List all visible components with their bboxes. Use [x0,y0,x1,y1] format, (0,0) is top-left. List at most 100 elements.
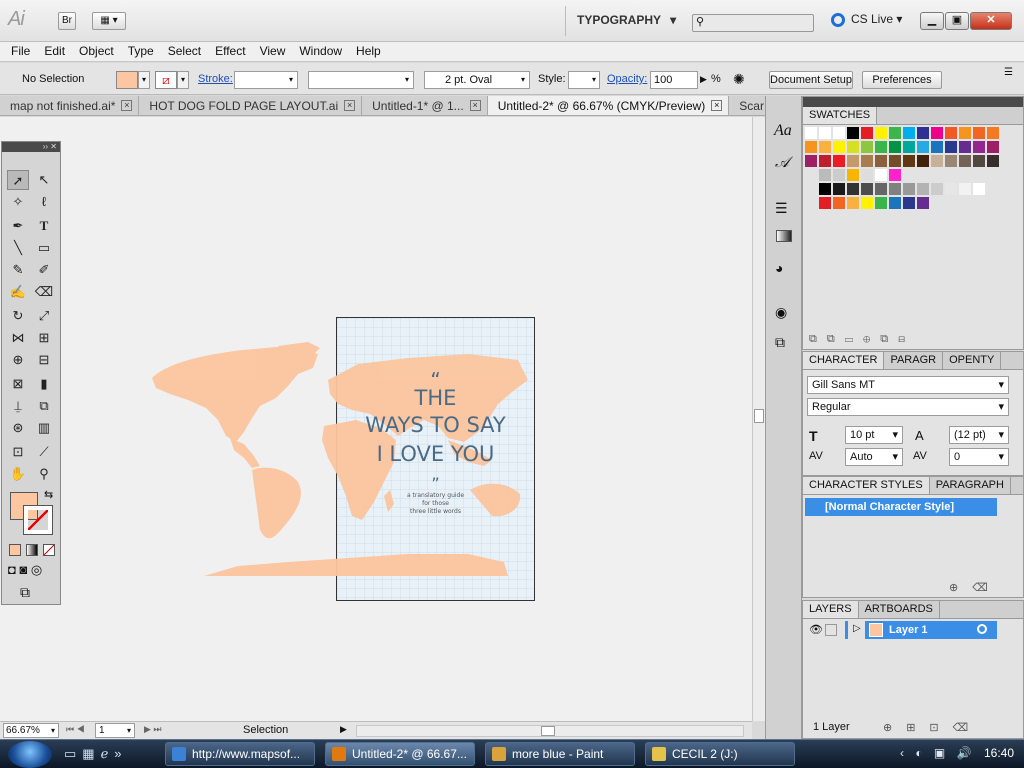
color-swatch[interactable] [819,183,831,195]
color-swatch[interactable] [861,141,873,153]
arrange-documents-button[interactable]: ▦ ▾ [92,12,126,30]
help-search-input[interactable]: ⚲ [692,14,814,32]
screen-mode-icon[interactable]: ⧉ [20,584,30,601]
layer-panel-buttons[interactable]: ⊕⊞⊡⌫ [883,721,982,734]
style-panel-buttons[interactable]: ⊕⌫ [949,581,1002,594]
cs-live-button[interactable]: CS Live ▾ [831,12,902,27]
menu-file[interactable]: File [4,42,37,61]
blend-tool[interactable]: ⧉ [33,396,55,416]
menu-object[interactable]: Object [72,42,121,61]
tab-hot-dog-fold[interactable]: HOT DOG FOLD PAGE LAYOUT.ai × [139,96,363,115]
color-swatch[interactable] [903,183,915,195]
artboard-tool[interactable]: ⊡ [7,442,29,462]
color-swatch[interactable] [833,169,845,181]
color-swatch[interactable] [987,141,999,153]
pen-tool[interactable]: ✒ [7,216,29,236]
taskbar-item-explorer[interactable]: CECIL 2 (J:) [645,742,795,766]
scale-tool[interactable]: ⤢ [33,306,55,326]
tab-swatches[interactable]: SWATCHES [803,107,878,124]
taskbar-item-paint[interactable]: more blue - Paint [485,742,635,766]
tab-map-not-finished[interactable]: map not finished.ai* × [0,96,140,115]
color-swatch[interactable] [973,183,985,195]
mesh-tool[interactable]: ⊠ [7,374,29,394]
stroke-label[interactable]: Stroke: [198,71,233,89]
font-size-field[interactable]: 10 pt ▾ [845,426,903,444]
gradient-tool[interactable]: ▮ [33,374,55,394]
color-swatch[interactable] [917,183,929,195]
color-swatch[interactable] [945,155,957,167]
color-swatch[interactable] [959,141,971,153]
color-swatch[interactable] [875,169,887,181]
color-swatch[interactable] [917,141,929,153]
color-swatch[interactable] [833,183,845,195]
width-tool[interactable]: ⋈ [7,328,29,348]
artboard-nav-prev[interactable]: ⏮ ◀ [66,724,85,735]
recolor-artwork-icon[interactable]: ✺ [733,71,745,89]
document-setup-button[interactable]: Document Setup [769,71,853,89]
color-swatch[interactable] [861,169,873,181]
bridge-button[interactable]: Br [58,12,76,30]
direct-selection-tool[interactable]: ↖ [33,170,55,190]
paintbrush-tool[interactable]: ✎ [7,260,29,280]
color-swatch[interactable] [917,155,929,167]
glyphs-panel-icon[interactable]: 𝒜 [775,154,789,171]
tab-untitled-1[interactable]: Untitled-1* @ 1... × [362,96,488,115]
taskbar-item-browser[interactable]: http://www.mapsof... [165,742,315,766]
scroll-thumb[interactable] [541,726,555,736]
eyedropper-tool[interactable]: ⍊ [7,396,29,416]
system-tray-icons[interactable]: ‹ ◐ ▣ 🔊 [900,746,976,760]
leading-field[interactable]: (12 pt) ▾ [949,426,1009,444]
zoom-level-field[interactable]: 66.67% ▾ [3,723,59,738]
rotate-tool[interactable]: ↻ [7,306,29,326]
pencil-tool[interactable]: ✐ [33,260,55,280]
color-swatch[interactable] [959,183,971,195]
color-swatch[interactable] [861,197,873,209]
transparency-panel-icon[interactable]: ◕ [775,260,783,276]
horizontal-scrollbar[interactable] [356,725,744,737]
expand-arrow-icon[interactable]: ▷ [853,623,861,634]
graphic-styles-panel-icon[interactable]: ⧉ [775,334,785,351]
color-swatch[interactable] [875,127,887,139]
selection-tool[interactable]: ➚ [7,170,29,190]
shape-builder-tool[interactable]: ⊕ [7,350,29,370]
scroll-thumb[interactable] [754,409,764,423]
color-swatch[interactable] [861,127,873,139]
menu-edit[interactable]: Edit [37,42,72,61]
color-swatch[interactable] [819,197,831,209]
color-swatch[interactable] [833,197,845,209]
layer-row[interactable]: 👁 ▷ Layer 1 [805,621,997,639]
swatch-panel-buttons[interactable]: ⧉⧉▭⊕⧉⊟ [809,333,915,346]
brush-definition[interactable]: 2 pt. Oval ▾ [424,71,530,89]
status-menu-arrow[interactable]: ▶ [340,724,347,735]
menu-window[interactable]: Window [292,42,349,61]
variable-width-profile[interactable]: ▾ [308,71,414,89]
gradient-mode-button[interactable] [26,544,38,556]
color-swatch[interactable] [931,183,943,195]
tab-artboards[interactable]: ARTBOARDS [859,601,940,618]
workspace-switcher[interactable]: TYPOGRAPHY ▾ [577,13,676,27]
swap-fill-stroke-icon[interactable]: ⇆ [44,488,53,501]
magic-wand-tool[interactable]: ✧ [7,192,29,212]
color-swatch[interactable] [805,141,817,153]
none-mode-button[interactable] [43,544,55,556]
color-swatch[interactable] [945,183,957,195]
draw-modes-icon[interactable]: ◘ ◙ ◎ [8,562,42,578]
color-swatch[interactable] [819,127,831,139]
tab-paragraph[interactable]: PARAGR [884,352,944,369]
kerning-field[interactable]: Auto ▾ [845,448,903,466]
color-swatch[interactable] [917,197,929,209]
stroke-dropdown[interactable]: ▾ [177,71,189,89]
opacity-label[interactable]: Opacity: [607,71,647,89]
color-swatch[interactable] [903,197,915,209]
color-swatch[interactable] [889,183,901,195]
color-swatch[interactable] [973,141,985,153]
artboard-nav-next[interactable]: ▶ ⏭ [144,724,162,735]
normal-character-style-item[interactable]: [Normal Character Style] [805,498,997,516]
color-swatch[interactable] [847,141,859,153]
stroke-weight-field[interactable]: ▾ [234,71,298,89]
tab-character-styles[interactable]: CHARACTER STYLES [803,477,930,494]
blob-brush-tool[interactable]: ✍ [7,282,29,302]
stroke-panel-icon[interactable]: ☰ [775,200,788,217]
column-graph-tool[interactable]: ▥ [33,418,55,438]
menu-help[interactable]: Help [349,42,388,61]
